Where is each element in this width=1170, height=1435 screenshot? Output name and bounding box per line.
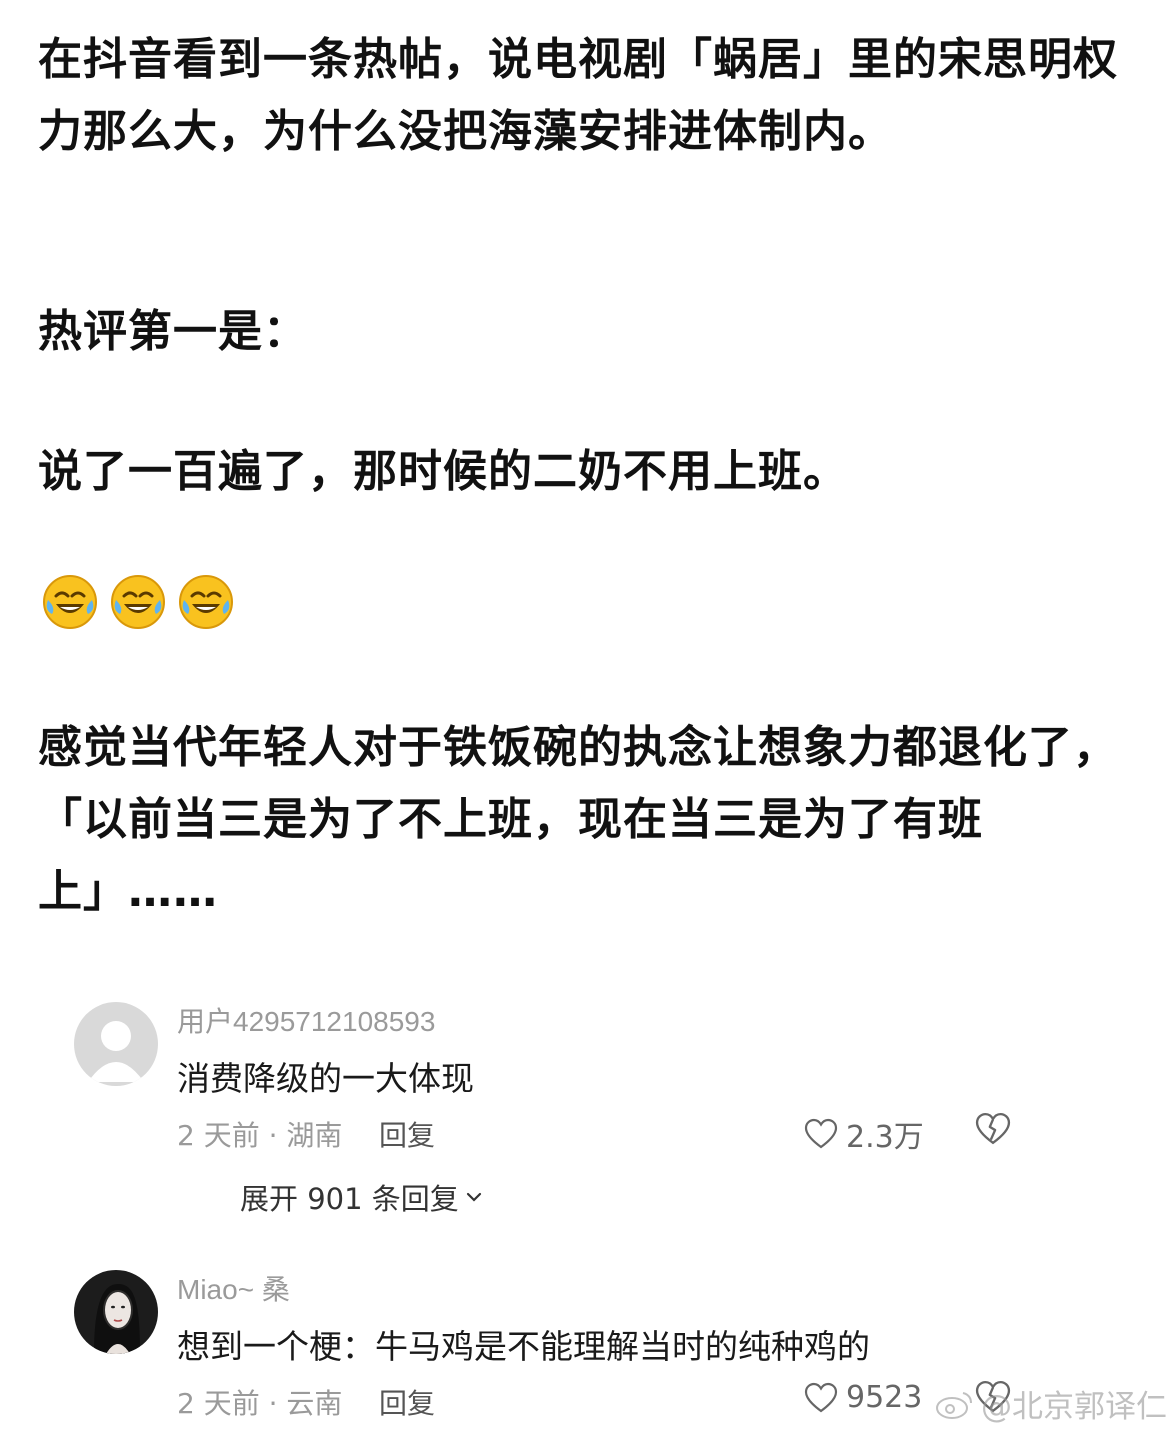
like-count: 2.3万 — [846, 1120, 924, 1155]
dislike-button[interactable] — [974, 1112, 1012, 1150]
laughing-tears-emoji — [179, 575, 233, 629]
watermark-text: @北京郭译仁 — [981, 1389, 1167, 1425]
expand-replies-label: 展开 901 条回复 — [240, 1182, 459, 1216]
expand-replies-button[interactable]: 展开 901 条回复 — [240, 1176, 485, 1218]
comment-text: 想到一个梗：牛马鸡是不能理解当时的纯种鸡的 — [177, 1327, 870, 1366]
reply-button[interactable]: 回复 — [379, 1114, 435, 1154]
default-avatar-icon — [74, 1002, 158, 1086]
heart-icon — [804, 1118, 838, 1149]
like-button[interactable]: 2.3万 — [804, 1112, 924, 1156]
comment-username[interactable]: 用户4295712108593 — [177, 1000, 435, 1040]
comment-meta: 2 天前 · 湖南 — [177, 1119, 343, 1152]
broken-heart-icon — [975, 1112, 1011, 1145]
reply-button[interactable]: 回复 — [379, 1382, 435, 1422]
like-count: 9523 — [846, 1380, 923, 1415]
chevron-down-icon — [466, 1192, 481, 1202]
watermark: @北京郭译仁 — [935, 1381, 1167, 1426]
comment-username[interactable]: Miao~ 桑 — [177, 1268, 290, 1308]
avatar[interactable] — [74, 1270, 158, 1354]
comment-text: 消费降级的一大体现 — [177, 1059, 474, 1098]
post-paragraph: 热评第一是： — [38, 306, 308, 357]
post-paragraph: 感觉当代年轻人对于铁饭碗的执念让想象力都退化了，「以前当三是为了不上班，现在当三… — [38, 722, 1118, 917]
emoji-row — [42, 574, 234, 630]
post-paragraph: 在抖音看到一条热帖，说电视剧「蜗居」里的宋思明权力那么大，为什么没把海藻安排进体… — [38, 34, 1118, 157]
post-paragraph: 说了一百遍了，那时候的二奶不用上班。 — [38, 446, 848, 497]
avatar[interactable] — [74, 1002, 158, 1086]
weibo-logo-icon — [936, 1391, 972, 1419]
heart-icon — [804, 1382, 838, 1412]
user-photo-avatar — [74, 1270, 158, 1354]
comment-meta: 2 天前 · 云南 — [177, 1387, 343, 1420]
like-button[interactable]: 9523 — [804, 1380, 922, 1415]
laughing-tears-emoji — [43, 575, 97, 629]
laughing-tears-emoji — [111, 575, 165, 629]
